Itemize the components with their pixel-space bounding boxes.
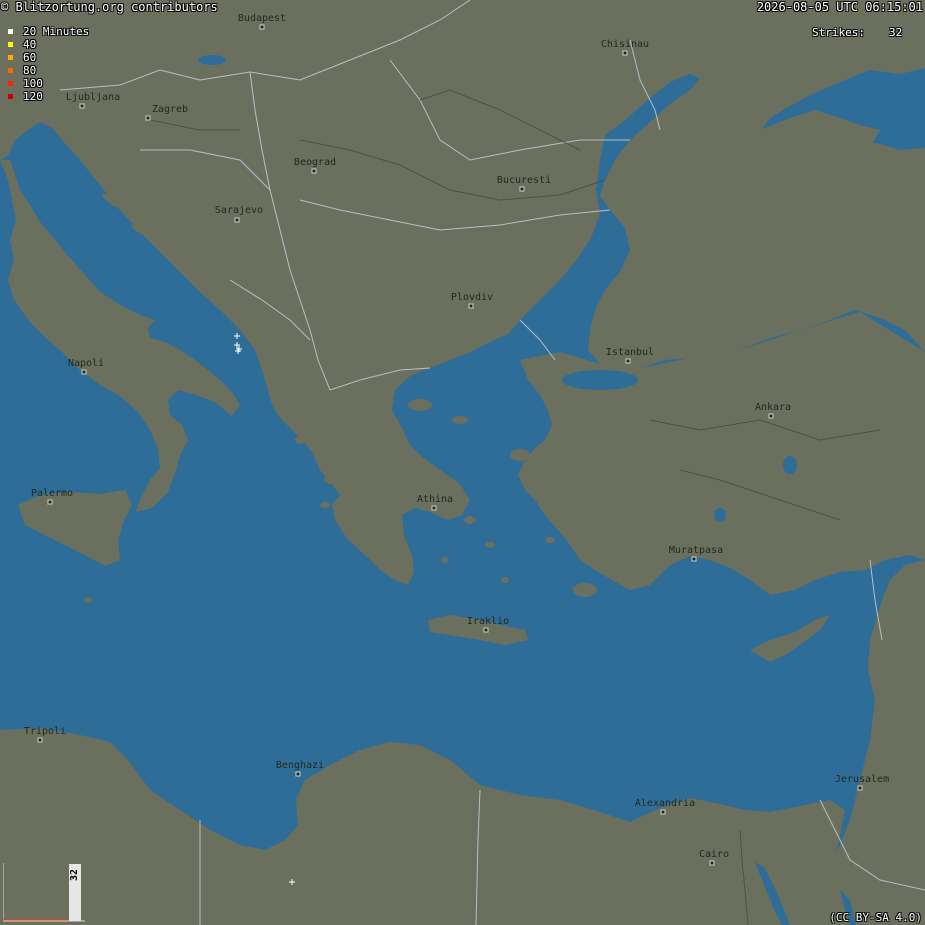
legend-swatch (8, 93, 13, 99)
legend-swatch (8, 41, 13, 47)
city-label-budapest: Budapest (237, 13, 287, 24)
city-label-cairo: Cairo (698, 849, 730, 860)
city-dot (81, 369, 87, 375)
city-label-napoli: Napoli (67, 358, 105, 369)
city-dot (145, 115, 151, 121)
city-dot (709, 860, 715, 866)
legend-label: 100 (23, 76, 43, 90)
license-text: (CC BY-SA 4.0) (829, 911, 922, 924)
city-label-bucuresti: Bucuresti (496, 175, 552, 186)
city-dot (311, 168, 317, 174)
lake-balaton (198, 55, 226, 65)
city-dot (625, 358, 631, 364)
timestamp-text: 2026-08-05 UTC 06:15:01 (756, 0, 923, 14)
city-dot (519, 186, 525, 192)
city-label-tripoli: Tripoli (23, 726, 67, 737)
legend-item: 60 (8, 50, 37, 64)
legend-label: 80 (23, 63, 37, 77)
city-label-palermo: Palermo (30, 488, 74, 499)
city-dot (47, 499, 53, 505)
city-dot (295, 771, 301, 777)
city-label-plovdiv: Plovdiv (450, 292, 494, 303)
legend-item: 40 (8, 37, 37, 51)
city-label-alexandria: Alexandria (634, 798, 696, 809)
sea-of-marmara (562, 370, 638, 390)
city-label-zagreb: Zagreb (151, 104, 189, 115)
legend-swatch (8, 54, 13, 60)
city-dot (691, 556, 697, 562)
city-dot (857, 785, 863, 791)
city-dot (468, 303, 474, 309)
legend-label: 40 (23, 37, 37, 51)
strikes-count: 32 (872, 26, 905, 39)
city-label-istanbul: Istanbul (605, 347, 655, 358)
lake-tuz (714, 508, 726, 522)
legend-swatch (8, 67, 13, 73)
map-canvas[interactable] (0, 0, 925, 925)
city-dot (768, 413, 774, 419)
city-label-jerusalem: Jerusalem (834, 774, 890, 785)
city-dot (79, 103, 85, 109)
legend-label: 60 (23, 50, 37, 64)
legend-item: 100 (8, 76, 43, 90)
histogram-value: 32 (69, 868, 80, 882)
legend-swatch (8, 28, 13, 34)
legend-label: 120 (23, 89, 43, 103)
legend-item: 80 (8, 63, 37, 77)
city-dot (660, 809, 666, 815)
city-dot (234, 217, 240, 223)
city-label-muratpasa: Muratpasa (668, 545, 724, 556)
city-label-athina: Athina (416, 494, 454, 505)
legend-item: 20 Minutes (8, 24, 90, 38)
city-dot (483, 627, 489, 633)
city-label-beograd: Beograd (293, 157, 337, 168)
city-label-ljubljana: Ljubljana (65, 92, 121, 103)
city-dot (622, 50, 628, 56)
city-dot (259, 24, 265, 30)
city-label-sarajevo: Sarajevo (214, 205, 264, 216)
city-label-chisinau: Chisinau (600, 39, 650, 50)
city-dot (431, 505, 437, 511)
legend-item: 120 (8, 89, 43, 103)
strikes-counter: Strikes: 32 (812, 26, 905, 39)
lake-van-ish (783, 456, 797, 474)
legend-swatch (8, 80, 13, 86)
city-label-benghazi: Benghazi (275, 760, 325, 771)
city-label-ankara: Ankara (754, 402, 792, 413)
strikes-label: Strikes: (812, 26, 865, 39)
copyright-text: © Blitzortung.org contributors (1, 0, 218, 14)
legend-label: 20 Minutes (23, 24, 90, 38)
city-dot (37, 737, 43, 743)
city-label-iraklio: Iraklio (466, 616, 510, 627)
